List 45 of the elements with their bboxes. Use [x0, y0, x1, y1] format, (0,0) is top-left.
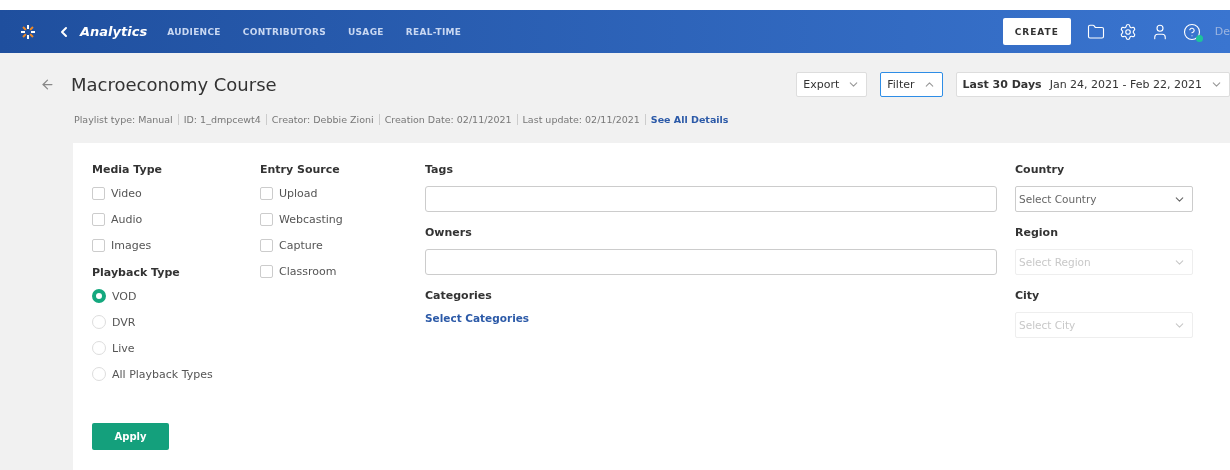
field-label: Owners [425, 226, 473, 239]
section-title: Media Type [92, 163, 163, 176]
date-range-label: Last 30 Days [962, 77, 1042, 91]
tags-field[interactable] [425, 186, 997, 212]
create-button[interactable]: CREATE [1002, 18, 1071, 45]
meta-text: Playlist type: Manual [74, 113, 174, 125]
meta-text: Creator: Debbie Zioni [265, 113, 379, 125]
field-label: Country [1015, 163, 1066, 176]
section-title: Playback Type [92, 266, 181, 279]
date-range-value: Jan 24, 2021 - Feb 22, 2021 [1049, 77, 1202, 91]
filter-dropdown[interactable]: Filter [880, 71, 943, 97]
owners-field[interactable] [425, 249, 997, 275]
radio-option[interactable]: DVR [92, 309, 260, 335]
checkbox-option[interactable]: Images [92, 232, 260, 258]
help-icon[interactable] [1182, 22, 1201, 41]
checkbox-option[interactable]: Audio [92, 206, 260, 232]
radio-option[interactable]: All Playback Types [92, 361, 260, 387]
location-select[interactable]: Select Country [1015, 186, 1193, 212]
app-title: Analytics [80, 24, 148, 39]
details-link[interactable]: See All Details [650, 113, 729, 125]
checkbox-option[interactable]: Classroom [260, 258, 425, 284]
checkbox-option[interactable]: Upload [260, 180, 425, 206]
section-title: Entry Source [260, 163, 341, 176]
nav-link[interactable]: CONTRIBUTORS [242, 26, 326, 37]
meta-text: Creation Date: 02/11/2021 [378, 113, 517, 125]
settings-icon[interactable] [1118, 22, 1137, 41]
checkbox-option[interactable]: Webcasting [260, 206, 425, 232]
field-label: Tags [425, 163, 454, 176]
radio-option[interactable]: Live [92, 335, 260, 361]
select-categories-link[interactable]: Select Categories [425, 312, 1015, 324]
nav-link[interactable]: REAL-TIME [405, 26, 462, 37]
meta-text: Last update: 02/11/2021 [516, 113, 645, 125]
date-range-picker[interactable]: Last 30 Days Jan 24, 2021 - Feb 22, 2021 [955, 71, 1230, 97]
field-label: Region [1015, 226, 1059, 239]
field-label: Categories [425, 289, 493, 302]
page-title: Macroeconomy Course [71, 73, 277, 95]
export-dropdown[interactable]: Export [796, 71, 868, 97]
checkbox-option[interactable]: Video [92, 180, 260, 206]
checkbox-option[interactable]: Capture [260, 232, 425, 258]
meta-text: ID: 1_dmpcewt4 [177, 113, 266, 125]
folder-icon[interactable] [1086, 22, 1105, 41]
field-label: City [1015, 289, 1041, 302]
radio-option[interactable]: VOD [92, 283, 260, 309]
nav-link[interactable]: USAGE [348, 26, 384, 37]
nav-link[interactable]: AUDIENCE [167, 26, 221, 37]
